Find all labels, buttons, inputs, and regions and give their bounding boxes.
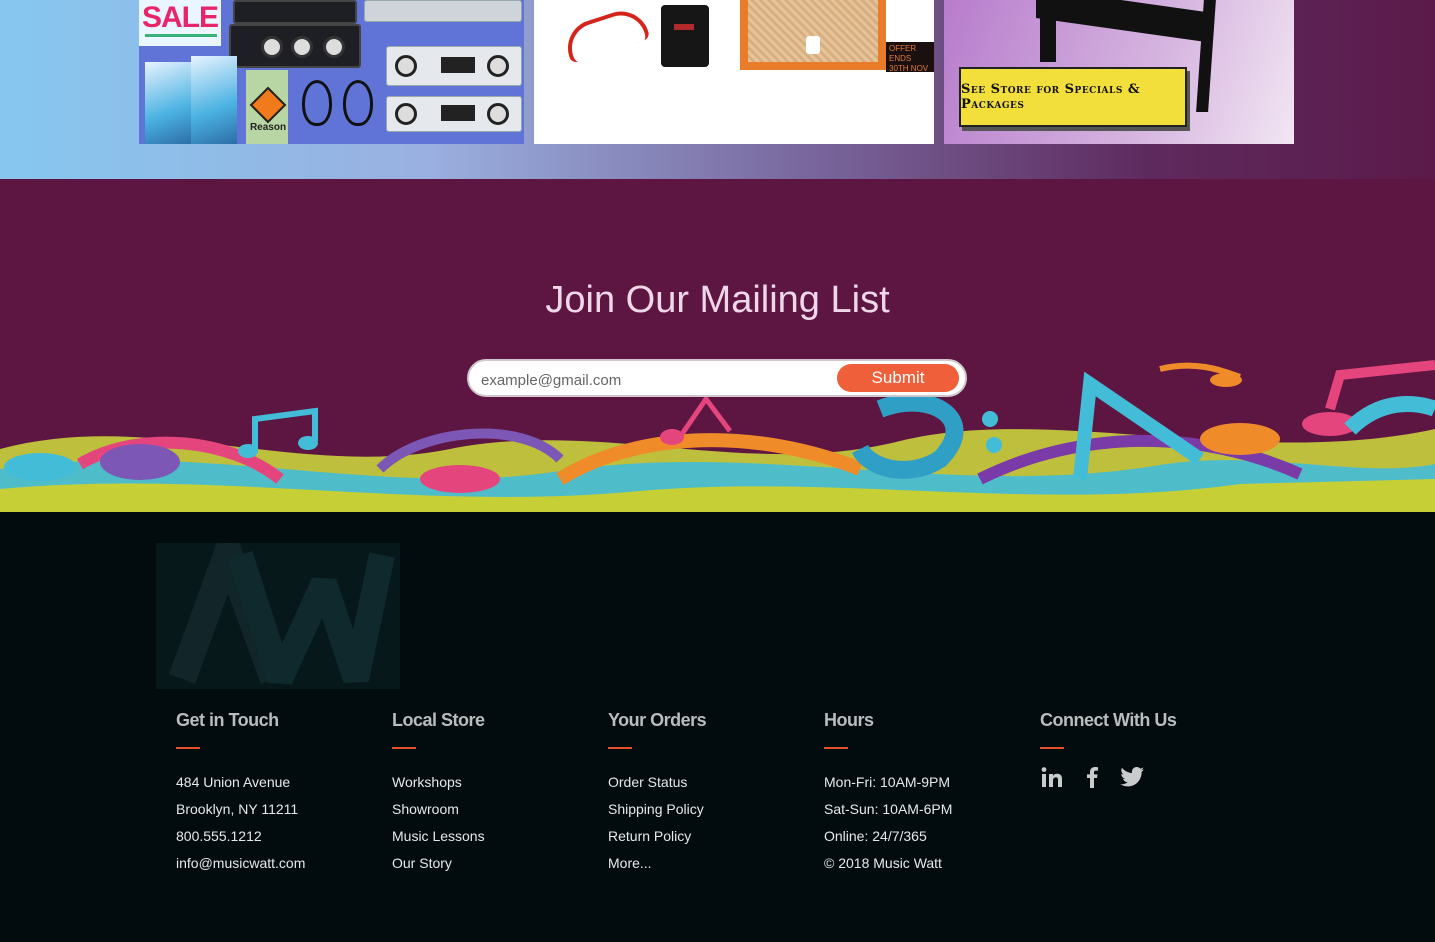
promo-banner-accessories[interactable]: OFFER ENDS 30TH NOV [534, 0, 934, 144]
footer-heading-hours: Hours [824, 710, 874, 730]
hours-weekend: Sat-Sun: 10AM-6PM [824, 801, 953, 817]
footer-link-more[interactable]: More... [608, 850, 706, 877]
pouch-image [661, 5, 709, 67]
footer-link-our-story[interactable]: Our Story [392, 850, 485, 877]
footer-heading-orders: Your Orders [608, 710, 707, 730]
twitter-icon[interactable] [1120, 765, 1144, 789]
footer-link-showroom[interactable]: Showroom [392, 796, 485, 823]
promo-banner-sale[interactable]: SALE Reason [139, 0, 524, 144]
heading-underline [176, 747, 200, 749]
hours-online: Online: 24/7/365 [824, 828, 927, 844]
heading-underline [1040, 747, 1064, 749]
mailing-list-form: Submit [467, 359, 967, 397]
contact-address-line2: Brooklyn, NY 11211 [176, 801, 299, 817]
music-watt-logo [156, 512, 400, 689]
reason-label: Reason [249, 122, 287, 133]
promo-banner-specials[interactable]: See Store for Specials & Packages [944, 0, 1294, 144]
email-input[interactable] [479, 368, 833, 392]
specials-button[interactable]: See Store for Specials & Packages [959, 67, 1187, 127]
presonus-interface-bottom [386, 96, 522, 132]
footer-link-order-status[interactable]: Order Status [608, 769, 706, 796]
offer-text: OFFER ENDS 30TH NOV [886, 42, 934, 73]
footer-col-social: Connect With Us [1040, 710, 1177, 789]
footer-link-return-policy[interactable]: Return Policy [608, 823, 706, 850]
music-notes-decoration [0, 360, 1435, 512]
footer-col-hours: Hours Mon-Fri: 10AM-9PM Sat-Sun: 10AM-6P… [824, 710, 952, 877]
footer-heading-contact: Get in Touch [176, 710, 279, 730]
cable-image [560, 4, 651, 64]
submit-button[interactable]: Submit [837, 364, 959, 392]
footer-link-shipping-policy[interactable]: Shipping Policy [608, 796, 706, 823]
presonus-interface-top [386, 46, 522, 86]
heading-underline [392, 747, 416, 749]
contact-email-link[interactable]: info@musicwatt.com [176, 850, 305, 877]
heading-underline [824, 747, 848, 749]
earphone-icon [302, 80, 332, 126]
audio-interface-image [229, 24, 361, 68]
facebook-icon[interactable] [1080, 765, 1104, 789]
footer-link-workshops[interactable]: Workshops [392, 769, 485, 796]
mixer-image [233, 0, 357, 24]
sale-badge: SALE [139, 0, 221, 46]
stand-image [1036, 0, 1206, 42]
keyboard-image [364, 0, 522, 22]
site-footer: Get in Touch 484 Union Avenue Brooklyn, … [0, 512, 1435, 942]
footer-col-local-store: Local Store Workshops Showroom Music Les… [392, 710, 485, 877]
footer-col-contact: Get in Touch 484 Union Avenue Brooklyn, … [176, 710, 305, 877]
hours-weekday: Mon-Fri: 10AM-9PM [824, 774, 951, 790]
contact-address-line1: 484 Union Avenue [176, 774, 291, 790]
promo-band: SALE Reason OFFER ENDS 30TH NOV See Stor… [0, 0, 1435, 179]
mailing-list-title: Join Our Mailing List [545, 279, 890, 321]
footer-link-music-lessons[interactable]: Music Lessons [392, 823, 485, 850]
footer-col-orders: Your Orders Order Status Shipping Policy… [608, 710, 707, 877]
copyright-text: © 2018 Music Watt [824, 855, 942, 871]
footer-heading-local-store: Local Store [392, 710, 485, 730]
social-links [1040, 765, 1176, 789]
footer-heading-social: Connect With Us [1040, 710, 1177, 730]
linkedin-icon[interactable] [1040, 765, 1064, 789]
software-box-image [145, 62, 193, 144]
mailing-list-section: Join Our Mailing List Submit [0, 179, 1435, 512]
heading-underline [608, 747, 632, 749]
contact-phone-link[interactable]: 800.555.1212 [176, 823, 305, 850]
